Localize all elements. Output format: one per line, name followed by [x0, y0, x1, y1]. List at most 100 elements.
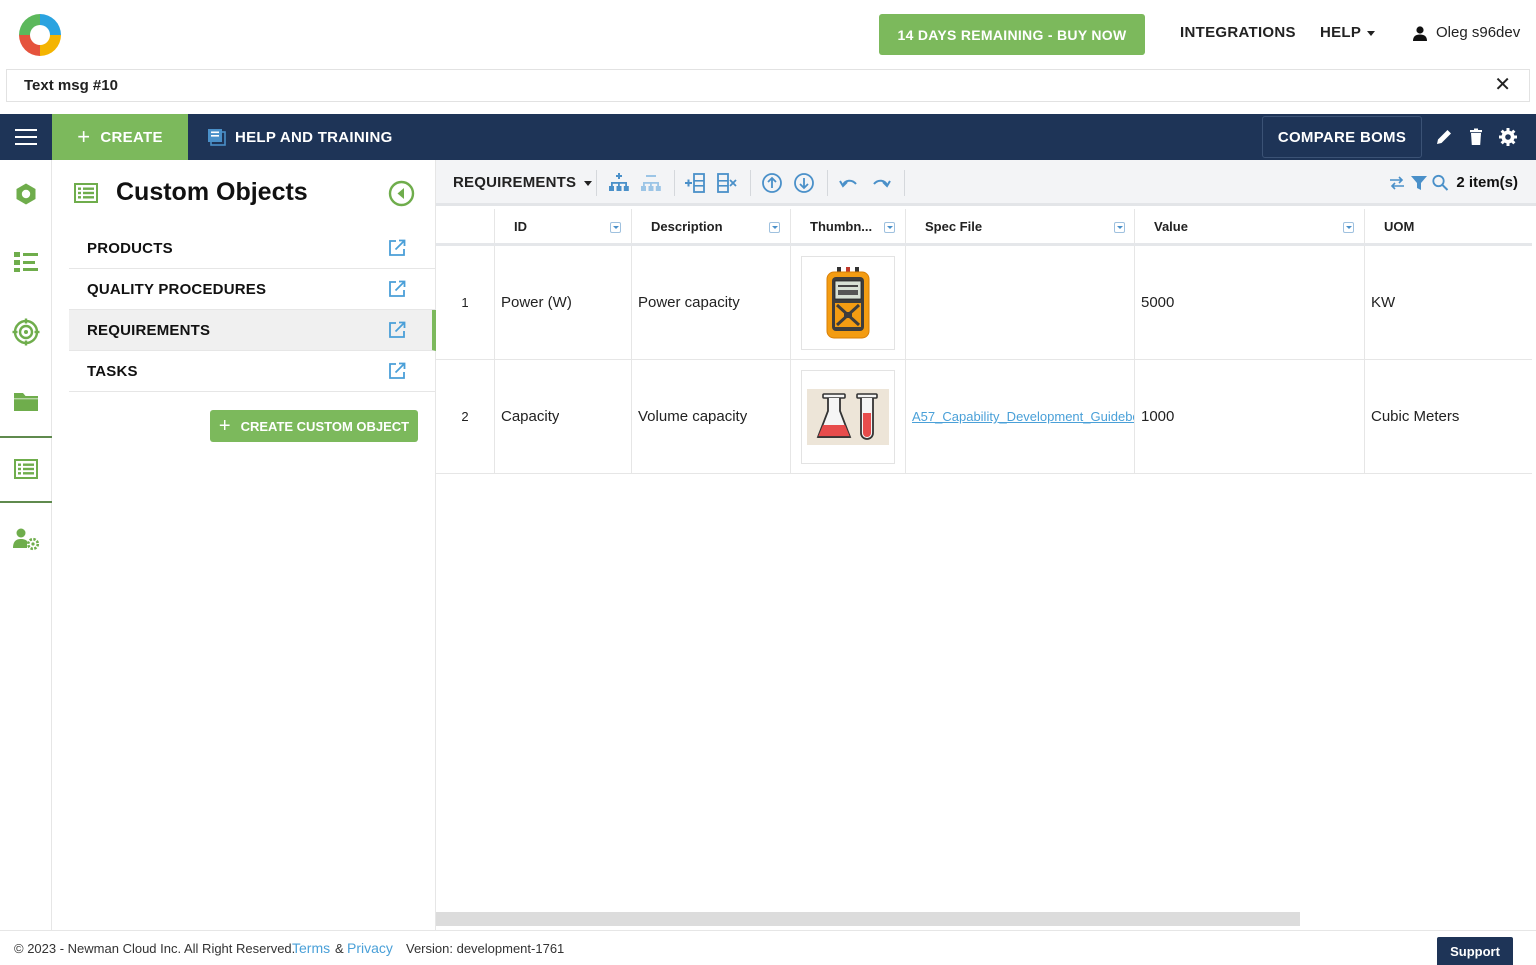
- rail-item-structure[interactable]: [0, 240, 52, 284]
- object-type-dropdown[interactable]: REQUIREMENTS: [453, 174, 593, 191]
- column-header-spec-file[interactable]: Spec File: [906, 209, 1135, 243]
- column-header-id[interactable]: ID: [495, 209, 632, 243]
- create-custom-object-button[interactable]: + CREATE CUSTOM OBJECT: [210, 410, 418, 442]
- buy-now-button[interactable]: 14 DAYS REMAINING - BUY NOW: [879, 14, 1145, 55]
- integrations-link[interactable]: INTEGRATIONS: [1180, 24, 1296, 41]
- item-count: 2 item(s): [1456, 174, 1518, 191]
- requirements-grid-area: REQUIREMENTS 2 item(s) ID Description Th…: [436, 160, 1536, 930]
- chevron-down-icon: [584, 181, 593, 186]
- custom-object-list: PRODUCTS QUALITY PROCEDURES REQUIREMENTS: [69, 228, 436, 392]
- grid-toolbar: REQUIREMENTS 2 item(s): [436, 160, 1536, 206]
- open-external-icon[interactable]: [388, 362, 406, 380]
- book-icon: [208, 129, 226, 146]
- cell-thumbnail[interactable]: [791, 246, 906, 359]
- column-filter-icon[interactable]: [884, 222, 895, 233]
- main-toolbar: + CREATE HELP AND TRAINING COMPARE BOMS: [0, 114, 1536, 160]
- cell-value[interactable]: 1000: [1135, 360, 1365, 473]
- object-item-products[interactable]: PRODUCTS: [69, 228, 436, 269]
- ampersand-text: &: [335, 941, 344, 956]
- search-icon[interactable]: [1431, 172, 1449, 194]
- version-text: Version: development-1761: [406, 941, 565, 956]
- column-header-description[interactable]: Description: [632, 209, 791, 243]
- app-logo[interactable]: [17, 12, 63, 58]
- column-filter-icon[interactable]: [769, 222, 780, 233]
- horizontal-scrollbar[interactable]: [436, 912, 1300, 926]
- column-header-label: Description: [651, 218, 723, 234]
- menu-icon[interactable]: [15, 129, 37, 145]
- lab-flasks-thumbnail[interactable]: [801, 369, 895, 464]
- rail-item-files[interactable]: [0, 379, 52, 423]
- multimeter-thumbnail[interactable]: [801, 255, 895, 350]
- column-header-value[interactable]: Value: [1135, 209, 1365, 243]
- remove-child-icon[interactable]: [640, 172, 662, 194]
- page-title: Custom Objects: [116, 178, 308, 206]
- grid-header-row: ID Description Thumbn... Spec File Value…: [436, 209, 1532, 246]
- user-icon: [1413, 25, 1427, 41]
- cell-uom[interactable]: KW: [1365, 246, 1532, 359]
- object-item-quality-procedures[interactable]: QUALITY PROCEDURES: [69, 269, 436, 310]
- object-item-requirements[interactable]: REQUIREMENTS: [69, 310, 436, 351]
- cell-uom[interactable]: Cubic Meters: [1365, 360, 1532, 473]
- compare-boms-button[interactable]: COMPARE BOMS: [1262, 116, 1422, 158]
- filter-icon[interactable]: [1410, 172, 1428, 194]
- plus-icon: +: [77, 124, 91, 149]
- open-external-icon[interactable]: [388, 321, 406, 339]
- object-item-tasks[interactable]: TASKS: [69, 351, 436, 392]
- cell-spec-file[interactable]: A57_Capability_Development_Guidebook: [906, 360, 1135, 473]
- cell-description[interactable]: Volume capacity: [632, 360, 791, 473]
- help-menu[interactable]: HELP: [1320, 24, 1376, 41]
- panel-header: Custom Objects: [74, 178, 308, 207]
- column-header-thumbnail[interactable]: Thumbn...: [791, 209, 906, 243]
- column-filter-icon[interactable]: [1343, 222, 1354, 233]
- object-item-label: REQUIREMENTS: [87, 321, 211, 339]
- user-menu[interactable]: Oleg s96dev: [1412, 24, 1520, 41]
- help-label: HELP: [1320, 24, 1362, 41]
- column-filter-icon[interactable]: [1114, 222, 1125, 233]
- rail-item-products[interactable]: [0, 172, 52, 216]
- open-external-icon[interactable]: [388, 280, 406, 298]
- trash-icon[interactable]: [1466, 127, 1486, 147]
- cell-id[interactable]: Capacity: [495, 360, 632, 473]
- remove-column-icon[interactable]: [716, 172, 738, 194]
- privacy-link[interactable]: Privacy: [347, 940, 393, 956]
- column-header-label: UOM: [1384, 218, 1415, 234]
- create-button[interactable]: + CREATE: [52, 114, 188, 160]
- spec-file-link[interactable]: A57_Capability_Development_Guidebook: [906, 409, 1134, 424]
- terms-link[interactable]: Terms: [292, 940, 330, 956]
- cell-description[interactable]: Power capacity: [632, 246, 791, 359]
- collapse-panel-icon[interactable]: [388, 180, 415, 207]
- column-header-label: ID: [514, 218, 527, 234]
- pencil-icon[interactable]: [1434, 127, 1454, 147]
- move-down-icon[interactable]: [793, 172, 815, 194]
- list-tree-icon: [14, 252, 38, 272]
- open-external-icon[interactable]: [388, 239, 406, 257]
- undo-icon[interactable]: [838, 172, 860, 194]
- rail-item-quality[interactable]: [0, 310, 52, 354]
- help-and-training-button[interactable]: HELP AND TRAINING: [207, 114, 393, 160]
- swap-icon[interactable]: [1388, 172, 1406, 194]
- close-icon[interactable]: ✕: [1494, 75, 1511, 95]
- cell-thumbnail[interactable]: [791, 360, 906, 473]
- cell-value[interactable]: 5000: [1135, 246, 1365, 359]
- column-header-label: Thumbn...: [810, 218, 873, 234]
- rail-item-custom-objects[interactable]: [0, 447, 52, 491]
- table-row[interactable]: 2 Capacity Volume capacity A57_Capabilit…: [436, 360, 1532, 474]
- footer: © 2023 - Newman Cloud Inc. All Right Res…: [0, 930, 1536, 965]
- cell-id[interactable]: Power (W): [495, 246, 632, 359]
- redo-icon[interactable]: [870, 172, 892, 194]
- add-column-icon[interactable]: [684, 172, 706, 194]
- move-up-icon[interactable]: [761, 172, 783, 194]
- left-icon-rail: [0, 160, 52, 930]
- rail-item-admin[interactable]: [0, 517, 52, 561]
- message-bar: Text msg #10 ✕: [6, 69, 1530, 102]
- column-header-uom[interactable]: UOM: [1365, 209, 1532, 243]
- column-filter-icon[interactable]: [610, 222, 621, 233]
- support-button[interactable]: Support: [1437, 937, 1513, 965]
- add-child-icon[interactable]: [608, 172, 630, 194]
- table-list-icon: [74, 182, 98, 203]
- cell-spec-file[interactable]: [906, 246, 1135, 359]
- create-label: CREATE: [100, 128, 163, 146]
- table-row[interactable]: 1 Power (W) Power capacity 5000 KW: [436, 246, 1532, 360]
- gear-icon[interactable]: [1498, 127, 1518, 147]
- column-header-label: Value: [1154, 218, 1188, 234]
